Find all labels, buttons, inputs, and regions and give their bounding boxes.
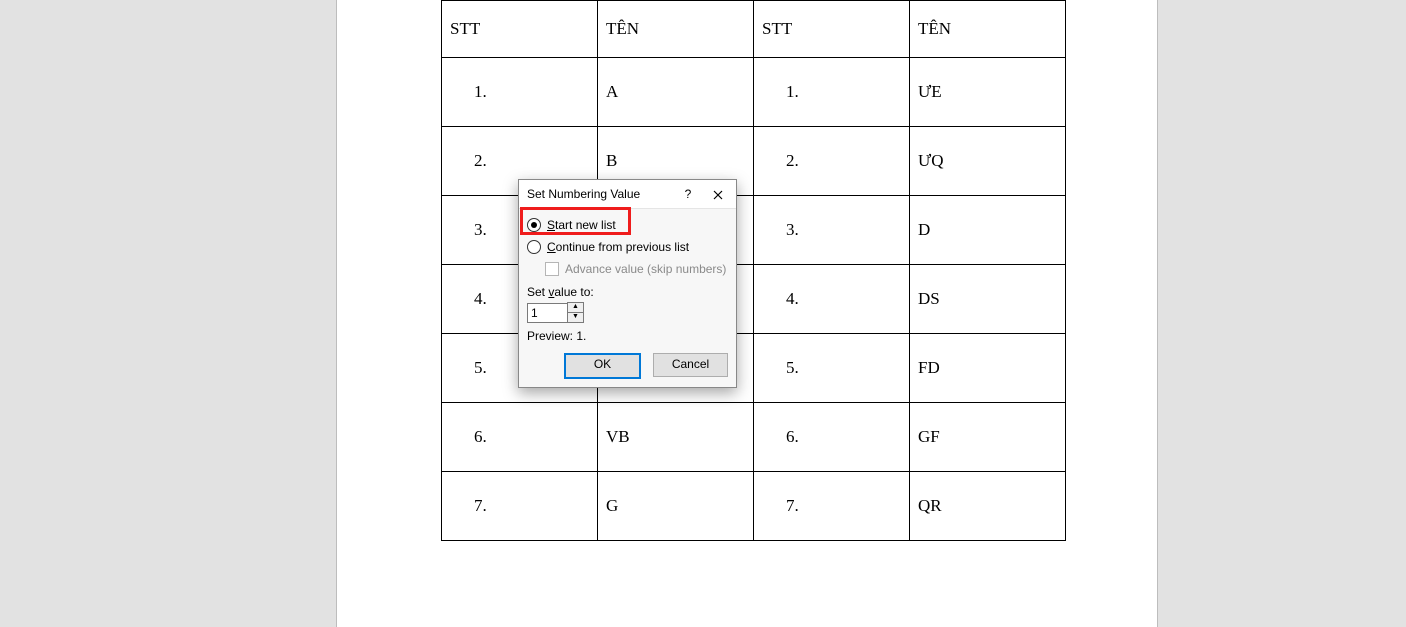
option-label: Start new list: [547, 218, 616, 232]
cell-num: 5.: [754, 334, 910, 403]
cell-num: 2.: [754, 127, 910, 196]
option-label: Continue from previous list: [547, 240, 689, 254]
cell-val: FD: [910, 334, 1066, 403]
table-header-row: STT TÊN STT TÊN: [442, 1, 1066, 58]
header-cell: STT: [442, 1, 598, 58]
cell-val: GF: [910, 403, 1066, 472]
table-row: 7. G 7. QR: [442, 472, 1066, 541]
radio-unselected-icon: [527, 240, 541, 254]
document-page: STT TÊN STT TÊN 1. A 1. ƯE 2. B 2. ƯQ 3.…: [336, 0, 1158, 627]
table-row: 1. A 1. ƯE: [442, 58, 1066, 127]
cell-val: G: [598, 472, 754, 541]
cell-num: 7.: [754, 472, 910, 541]
cell-val: ƯE: [910, 58, 1066, 127]
header-cell: TÊN: [598, 1, 754, 58]
cancel-button[interactable]: Cancel: [653, 353, 728, 377]
cell-num: 6.: [754, 403, 910, 472]
cell-num: 1.: [754, 58, 910, 127]
header-cell: STT: [754, 1, 910, 58]
cell-num: 4.: [754, 265, 910, 334]
cell-val: ƯQ: [910, 127, 1066, 196]
cell-val: D: [910, 196, 1066, 265]
close-icon: [713, 190, 723, 200]
cell-num: 1.: [442, 58, 598, 127]
set-value-spinner[interactable]: ▲ ▼: [527, 302, 728, 323]
continue-previous-list-option[interactable]: Continue from previous list: [527, 237, 728, 257]
set-value-to-label: Set value to:: [527, 285, 728, 299]
spinner-buttons: ▲ ▼: [567, 302, 584, 323]
cell-val: DS: [910, 265, 1066, 334]
cell-val: A: [598, 58, 754, 127]
help-button[interactable]: ?: [676, 180, 700, 208]
dialog-buttons: OK Cancel: [527, 353, 728, 379]
dialog-title-text: Set Numbering Value: [527, 187, 640, 201]
radio-selected-icon: [527, 218, 541, 232]
advance-value-option: Advance value (skip numbers): [545, 259, 728, 279]
dialog-body: Start new list Continue from previous li…: [519, 208, 736, 387]
table-row: 6. VB 6. GF: [442, 403, 1066, 472]
dialog-titlebar[interactable]: Set Numbering Value ?: [519, 180, 736, 208]
cell-num: 6.: [442, 403, 598, 472]
close-button[interactable]: [704, 180, 732, 208]
cell-val: VB: [598, 403, 754, 472]
spinner-down-button[interactable]: ▼: [567, 313, 584, 323]
preview-text: Preview: 1.: [527, 329, 728, 343]
checkbox-disabled-icon: [545, 262, 559, 276]
start-new-list-option[interactable]: Start new list: [527, 215, 728, 235]
header-cell: TÊN: [910, 1, 1066, 58]
cell-num: 7.: [442, 472, 598, 541]
set-value-input[interactable]: [527, 303, 568, 323]
option-label: Advance value (skip numbers): [565, 262, 726, 276]
ok-button[interactable]: OK: [564, 353, 641, 379]
cell-val: QR: [910, 472, 1066, 541]
spinner-up-button[interactable]: ▲: [567, 302, 584, 313]
set-numbering-value-dialog: Set Numbering Value ? Start new list Con…: [518, 179, 737, 388]
cell-num: 3.: [754, 196, 910, 265]
